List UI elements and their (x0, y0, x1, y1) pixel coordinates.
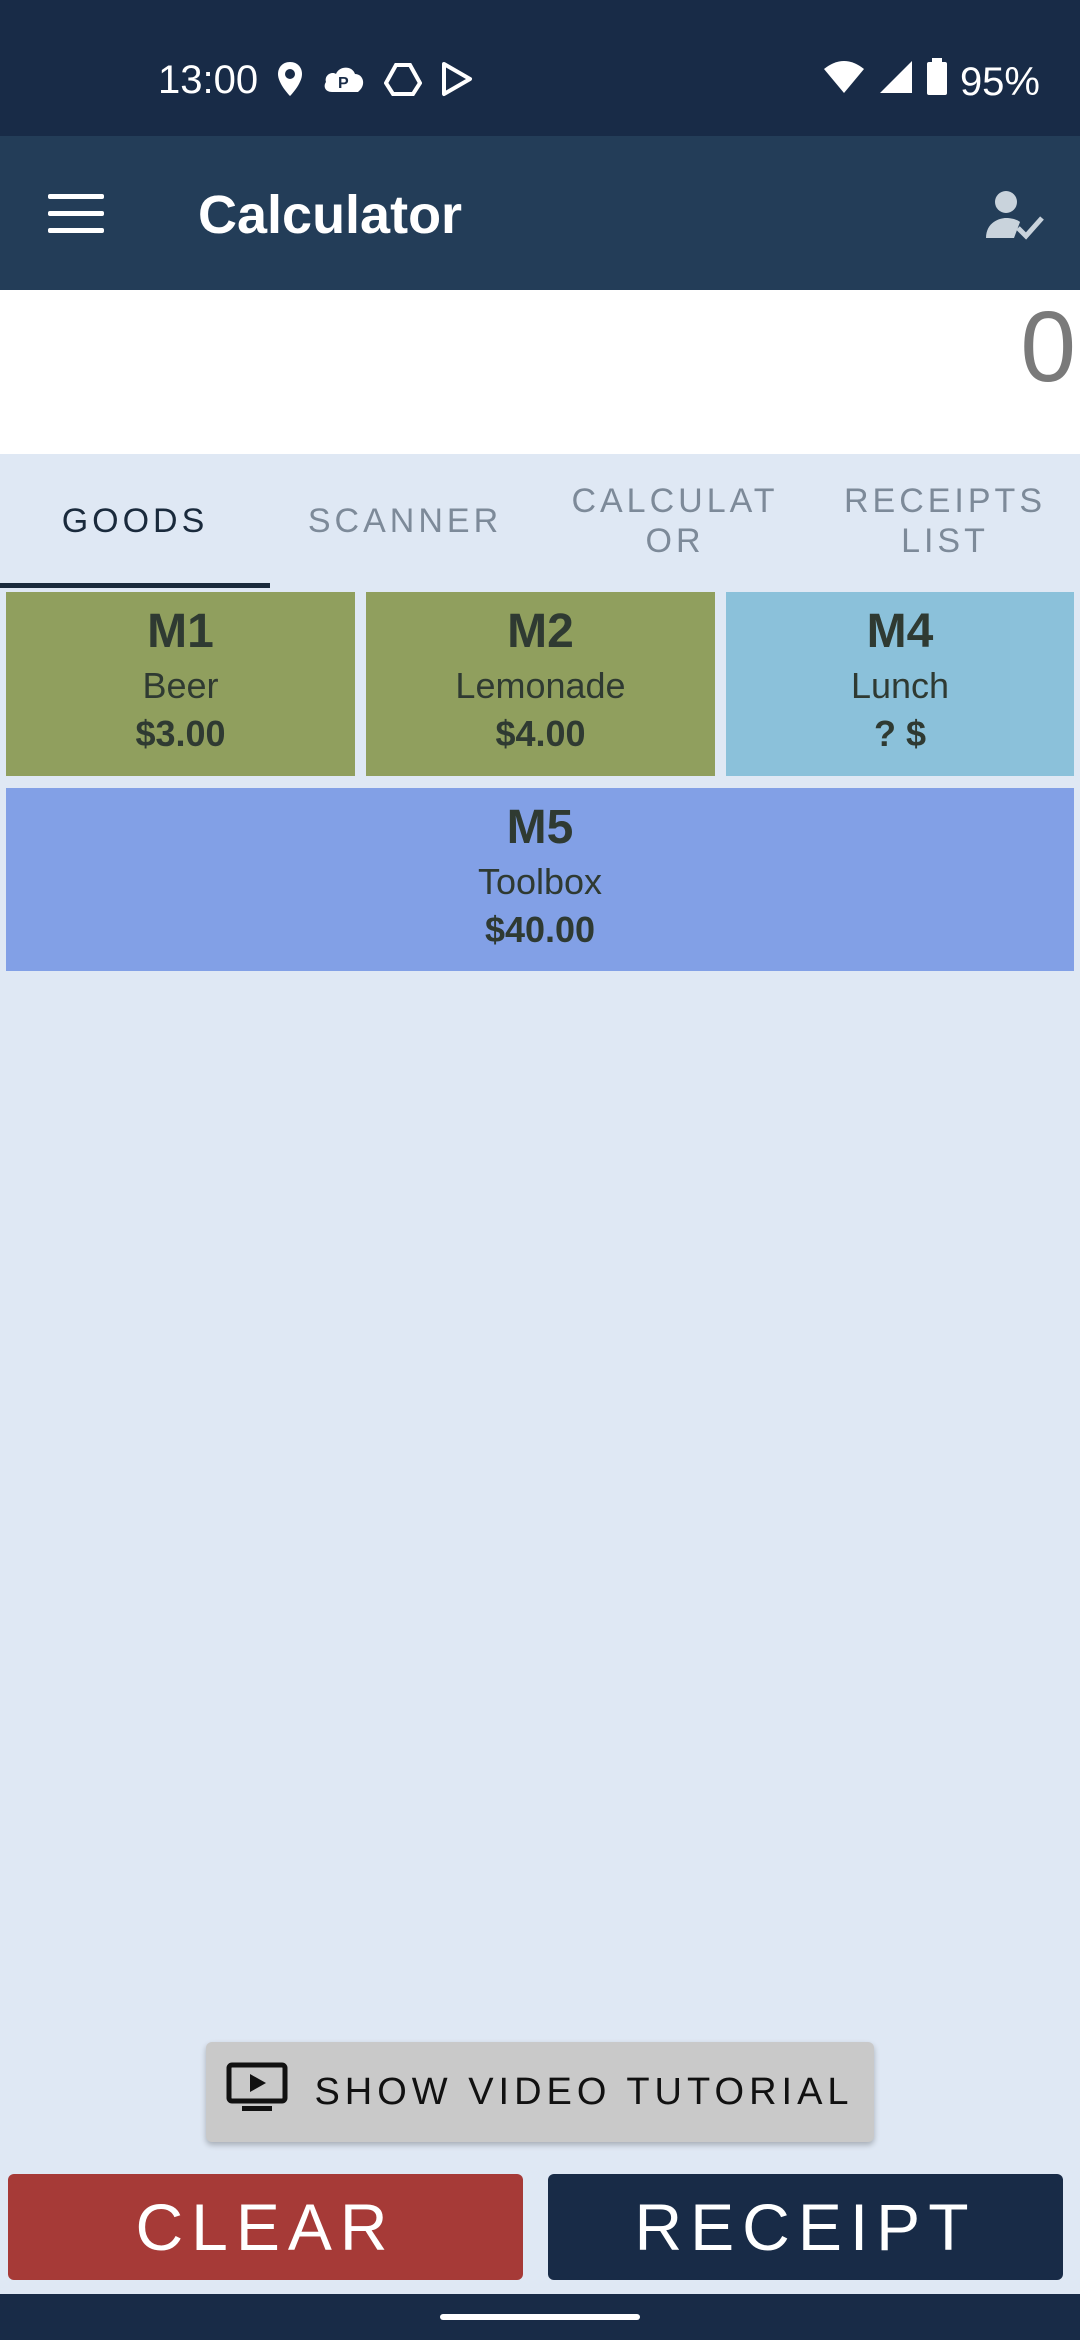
display-value: 0 (1020, 291, 1076, 403)
goods-name: Beer (142, 665, 219, 706)
home-gesture-handle[interactable] (440, 2314, 640, 2320)
video-tutorial-icon (226, 2062, 288, 2122)
goods-name: Toolbox (477, 861, 603, 902)
status-bar: 13:00 P 95% (0, 0, 1080, 136)
goods-code: M1 (147, 605, 214, 658)
tutorial-label: SHOW VIDEO TUTORIAL (314, 2070, 854, 2113)
show-video-tutorial-button[interactable]: SHOW VIDEO TUTORIAL (206, 2042, 874, 2142)
goods-code: M2 (507, 605, 574, 658)
parking-cloud-icon: P (322, 62, 366, 101)
app-bar: Calculator (0, 136, 1080, 290)
goods-code: M4 (866, 605, 934, 658)
goods-code: M5 (506, 801, 574, 854)
tab-bar: GOODS SCANNER CALCULAT OR RECEIPTS LIST (0, 454, 1080, 588)
signal-icon (878, 59, 914, 105)
goods-price: $4.00 (495, 713, 586, 754)
navigation-bar (0, 2294, 1080, 2340)
hamburger-menu-icon[interactable] (48, 194, 104, 234)
tab-receipts-label-2: LIST (901, 522, 989, 560)
battery-icon (926, 58, 948, 106)
tab-calculator-label-1: CALCULAT (571, 482, 779, 520)
svg-text:P: P (338, 75, 349, 92)
tab-goods-label: GOODS (61, 502, 209, 540)
wifi-icon (822, 59, 866, 105)
tab-calculator-label-2: OR (645, 522, 705, 560)
tab-scanner[interactable]: SCANNER (270, 454, 540, 588)
battery-percent: 95% (959, 59, 1040, 104)
calculator-display: 0 (0, 290, 1080, 454)
location-icon (276, 60, 304, 103)
tab-calculator[interactable]: CALCULAT OR (540, 454, 810, 588)
goods-tile-m5[interactable]: M5 Toolbox $40.00 (6, 788, 1074, 971)
goods-price: ? $ (873, 713, 926, 754)
tab-scanner-label: SCANNER (307, 502, 503, 540)
goods-tile-m2[interactable]: M2 Lemonade $4.00 (366, 592, 715, 776)
tab-goods[interactable]: GOODS (0, 454, 270, 588)
goods-name: Lemonade (455, 665, 626, 706)
clear-button[interactable]: CLEAR (8, 2174, 523, 2280)
receipt-button[interactable]: RECEIPT (548, 2174, 1063, 2280)
tab-receipts-list[interactable]: RECEIPTS LIST (810, 454, 1080, 588)
goods-name: Lunch (850, 665, 950, 706)
goods-tile-m4[interactable]: M4 Lunch ? $ (726, 592, 1074, 776)
goods-price: $40.00 (484, 909, 596, 950)
play-store-icon (440, 61, 474, 102)
clear-label: CLEAR (135, 2190, 396, 2264)
drive-icon (383, 62, 423, 101)
user-check-icon[interactable] (984, 188, 1044, 244)
tab-receipts-label-1: RECEIPTS (843, 482, 1047, 520)
status-time: 13:00 (158, 58, 259, 102)
goods-price: $3.00 (135, 713, 226, 754)
receipt-label: RECEIPT (634, 2190, 977, 2264)
goods-tile-m1[interactable]: M1 Beer $3.00 (6, 592, 355, 776)
app-title: Calculator (198, 185, 463, 245)
